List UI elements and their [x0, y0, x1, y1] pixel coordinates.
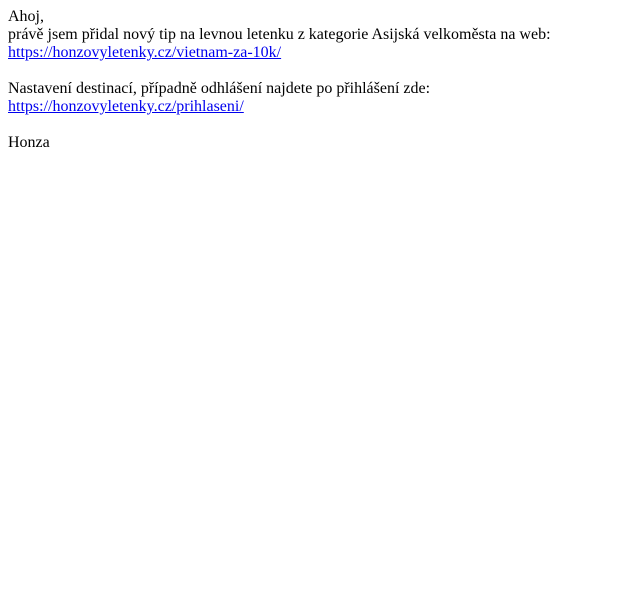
settings-text: Nastavení destinací, případně odhlášení …	[8, 80, 431, 97]
signature-text: Honza	[8, 134, 50, 151]
email-body: Ahoj, právě jsem přidal nový tip na levn…	[0, 0, 640, 152]
tip-link[interactable]: https://honzovyletenky.cz/vietnam-za-10k…	[8, 44, 281, 61]
greeting-text: Ahoj,	[8, 8, 44, 25]
login-link[interactable]: https://honzovyletenky.cz/prihlaseni/	[8, 98, 244, 115]
tip-link-row: https://honzovyletenky.cz/vietnam-za-10k…	[8, 44, 632, 62]
login-link-row: https://honzovyletenky.cz/prihlaseni/	[8, 98, 632, 116]
intro-text: právě jsem přidal nový tip na levnou let…	[8, 26, 551, 43]
